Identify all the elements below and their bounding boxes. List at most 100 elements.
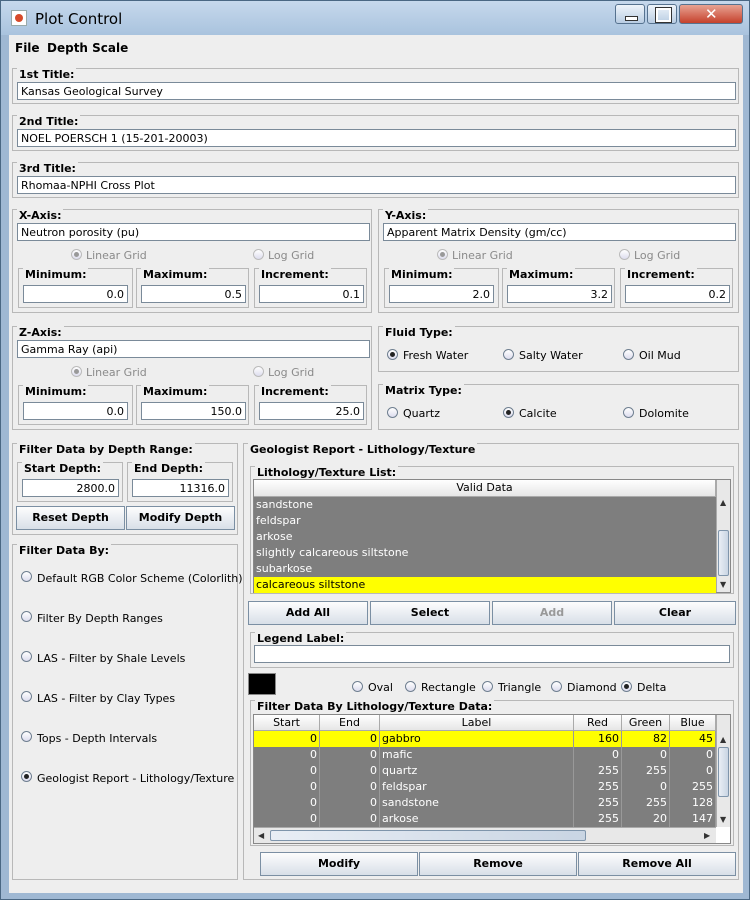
filter-depth-ranges-radio[interactable] bbox=[21, 611, 32, 622]
scroll-right-icon[interactable]: ▶ bbox=[704, 831, 710, 840]
scroll-thumb[interactable] bbox=[718, 530, 729, 576]
title-bar[interactable]: Plot Control bbox=[1, 1, 749, 35]
col-green[interactable]: Green bbox=[622, 715, 670, 731]
col-end[interactable]: End bbox=[320, 715, 380, 731]
title2-input[interactable]: NOEL POERSCH 1 (15-201-20003) bbox=[17, 129, 736, 147]
filter-clay-types-radio[interactable] bbox=[21, 691, 32, 702]
list-item[interactable]: subarkose bbox=[254, 561, 716, 577]
close-button[interactable] bbox=[679, 4, 743, 24]
list-item-selected[interactable]: calcareous siltstone bbox=[254, 577, 716, 593]
x-log-grid-label: Log Grid bbox=[268, 249, 315, 262]
add-button[interactable]: Add bbox=[492, 601, 612, 625]
dolomite-label: Dolomite bbox=[639, 407, 689, 420]
z-inc-label: Increment: bbox=[259, 385, 331, 398]
scroll-left-icon[interactable]: ◀ bbox=[258, 831, 264, 840]
modify-depth-button[interactable]: Modify Depth bbox=[126, 506, 235, 530]
menu-file[interactable]: File bbox=[15, 41, 40, 55]
add-all-button[interactable]: Add All bbox=[248, 601, 368, 625]
table-row[interactable]: 0 0 gabbro 160 82 45 bbox=[254, 731, 716, 747]
y-max-panel: Maximum: 3.2 bbox=[502, 268, 615, 308]
filter-tops-radio[interactable] bbox=[21, 731, 32, 742]
list-vertical-scrollbar[interactable]: ▲ ▼ bbox=[716, 480, 730, 592]
list-item[interactable]: sandstone bbox=[254, 497, 716, 513]
filter-geologist-report-radio[interactable] bbox=[21, 771, 32, 782]
reset-depth-button[interactable]: Reset Depth bbox=[16, 506, 125, 530]
title2-panel: 2nd Title: NOEL POERSCH 1 (15-201-20003) bbox=[12, 115, 739, 151]
x-max-input[interactable]: 0.5 bbox=[141, 285, 246, 303]
filter-colorlith-radio[interactable] bbox=[21, 571, 32, 582]
table-row[interactable]: 0 0 sandstone 255 255 128 bbox=[254, 795, 716, 811]
table-cell: 45 bbox=[670, 731, 716, 747]
calcite-radio[interactable] bbox=[503, 407, 514, 418]
fresh-water-radio[interactable] bbox=[387, 349, 398, 360]
z-axis-title-input[interactable]: Gamma Ray (api) bbox=[17, 340, 370, 358]
y-axis-title-input[interactable]: Apparent Matrix Density (gm/cc) bbox=[383, 223, 736, 241]
scroll-up-icon[interactable]: ▲ bbox=[720, 498, 726, 507]
z-max-input[interactable]: 150.0 bbox=[141, 402, 246, 420]
table-row[interactable]: 0 0 arkose 255 20 147 bbox=[254, 811, 716, 827]
modify-button[interactable]: Modify bbox=[260, 852, 418, 876]
x-axis-title-input[interactable]: Neutron porosity (pu) bbox=[17, 223, 370, 241]
table-cell: quartz bbox=[380, 763, 574, 779]
z-min-input[interactable]: 0.0 bbox=[23, 402, 128, 420]
y-axis-panel: Y-Axis: Apparent Matrix Density (gm/cc) … bbox=[378, 209, 739, 313]
y-max-input[interactable]: 3.2 bbox=[507, 285, 612, 303]
menu-depth-scale[interactable]: Depth Scale bbox=[47, 41, 128, 55]
remove-button[interactable]: Remove bbox=[419, 852, 577, 876]
list-item[interactable]: slightly calcareous siltstone bbox=[254, 545, 716, 561]
table-cell: 255 bbox=[574, 795, 622, 811]
y-axis-label: Y-Axis: bbox=[383, 209, 429, 222]
shape-oval-radio[interactable] bbox=[352, 681, 363, 692]
matrix-type-label: Matrix Type: bbox=[383, 384, 464, 397]
filter-geologist-report-label: Geologist Report - Lithology/Texture bbox=[37, 772, 235, 785]
col-label[interactable]: Label bbox=[380, 715, 574, 731]
x-inc-input[interactable]: 0.1 bbox=[259, 285, 364, 303]
table-cell: 0 bbox=[320, 795, 380, 811]
dolomite-radio[interactable] bbox=[623, 407, 634, 418]
list-item[interactable]: feldspar bbox=[254, 513, 716, 529]
clear-button[interactable]: Clear bbox=[614, 601, 736, 625]
col-red[interactable]: Red bbox=[574, 715, 622, 731]
select-button[interactable]: Select bbox=[370, 601, 490, 625]
filter-shale-levels-radio[interactable] bbox=[21, 651, 32, 662]
legend-color-swatch[interactable] bbox=[248, 673, 276, 695]
remove-all-button[interactable]: Remove All bbox=[578, 852, 736, 876]
table-row[interactable]: 0 0 feldspar 255 0 255 bbox=[254, 779, 716, 795]
title3-input[interactable]: Rhomaa-NPHI Cross Plot bbox=[17, 176, 736, 194]
x-inc-label: Increment: bbox=[259, 268, 331, 281]
scroll-up-icon[interactable]: ▲ bbox=[720, 735, 726, 744]
legend-label-input[interactable] bbox=[254, 645, 730, 663]
fresh-water-label: Fresh Water bbox=[403, 349, 469, 362]
x-min-input[interactable]: 0.0 bbox=[23, 285, 128, 303]
scroll-down-icon[interactable]: ▼ bbox=[720, 580, 726, 589]
shape-rectangle-radio[interactable] bbox=[405, 681, 416, 692]
scroll-thumb[interactable] bbox=[718, 747, 729, 797]
table-row[interactable]: 0 0 mafic 0 0 0 bbox=[254, 747, 716, 763]
table-vertical-scrollbar[interactable]: ▲ ▼ bbox=[716, 715, 730, 827]
start-depth-input[interactable]: 2800.0 bbox=[22, 479, 119, 497]
z-inc-input[interactable]: 25.0 bbox=[259, 402, 364, 420]
quartz-radio[interactable] bbox=[387, 407, 398, 418]
shape-delta-radio[interactable] bbox=[621, 681, 632, 692]
minimize-button[interactable] bbox=[615, 4, 645, 24]
list-item[interactable]: arkose bbox=[254, 529, 716, 545]
col-start[interactable]: Start bbox=[254, 715, 320, 731]
table-horizontal-scrollbar[interactable]: ◀ ▶ bbox=[254, 827, 716, 843]
title2-label: 2nd Title: bbox=[17, 115, 81, 128]
filter-colorlith-label: Default RGB Color Scheme (Colorlith) bbox=[37, 572, 243, 585]
maximize-button[interactable] bbox=[647, 4, 677, 24]
table-row[interactable]: 0 0 quartz 255 255 0 bbox=[254, 763, 716, 779]
title1-input[interactable]: Kansas Geological Survey bbox=[17, 82, 736, 100]
end-depth-input[interactable]: 11316.0 bbox=[132, 479, 229, 497]
shape-triangle-radio[interactable] bbox=[482, 681, 493, 692]
shape-diamond-radio[interactable] bbox=[551, 681, 562, 692]
y-min-input[interactable]: 2.0 bbox=[389, 285, 494, 303]
col-blue[interactable]: Blue bbox=[670, 715, 716, 731]
z-linear-grid-label: Linear Grid bbox=[86, 366, 147, 379]
scroll-down-icon[interactable]: ▼ bbox=[720, 815, 726, 824]
salty-water-radio[interactable] bbox=[503, 349, 514, 360]
hscroll-thumb[interactable] bbox=[270, 830, 586, 841]
table-cell: 0 bbox=[254, 811, 320, 827]
oil-mud-radio[interactable] bbox=[623, 349, 634, 360]
y-inc-input[interactable]: 0.2 bbox=[625, 285, 730, 303]
